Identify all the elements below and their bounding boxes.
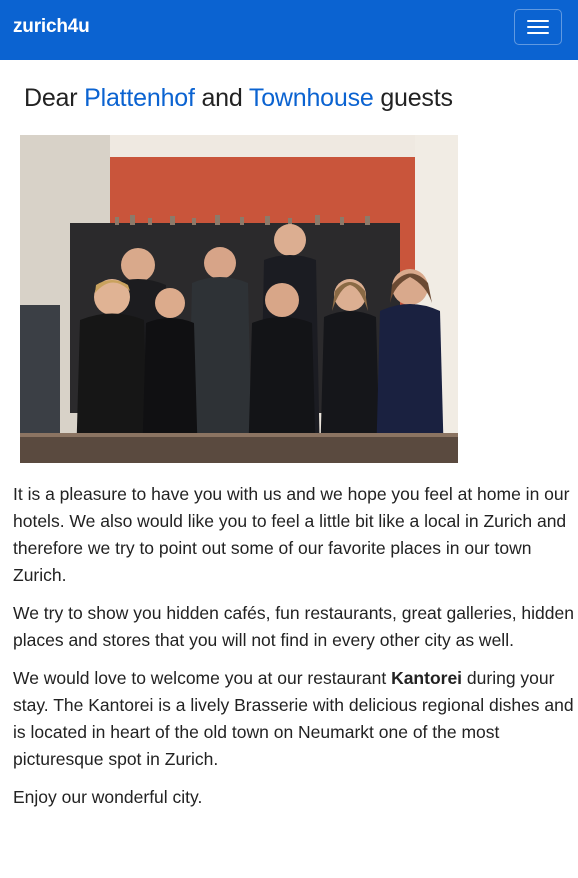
paragraph-places: We try to show you hidden cafés, fun res… [13,603,574,650]
paragraph-welcome: It is a pleasure to have you with us and… [13,484,570,585]
page-heading: Dear Plattenhof and Townhouse guests [24,84,453,113]
heading-prefix: Dear [24,84,85,112]
intro-text: It is a pleasure to have you with us and… [13,481,575,822]
team-photo [20,135,458,463]
heading-suffix: guests [373,84,453,112]
townhouse-link[interactable]: Townhouse [249,84,374,112]
restaurant-name: Kantorei [391,668,463,688]
brand-link[interactable]: zurich4u [13,16,90,38]
top-navbar: zurich4u [0,0,578,60]
team-photo-illustration [20,135,458,463]
restaurant-text-start: We would love to welcome you at our rest… [13,668,392,688]
paragraph-enjoy: Enjoy our wonderful city. [13,787,203,807]
menu-toggle-button[interactable] [514,9,562,45]
paragraph-restaurant: We would love to welcome you at our rest… [13,665,575,773]
heading-middle: and [194,84,249,112]
plattenhof-link[interactable]: Plattenhof [84,84,195,112]
